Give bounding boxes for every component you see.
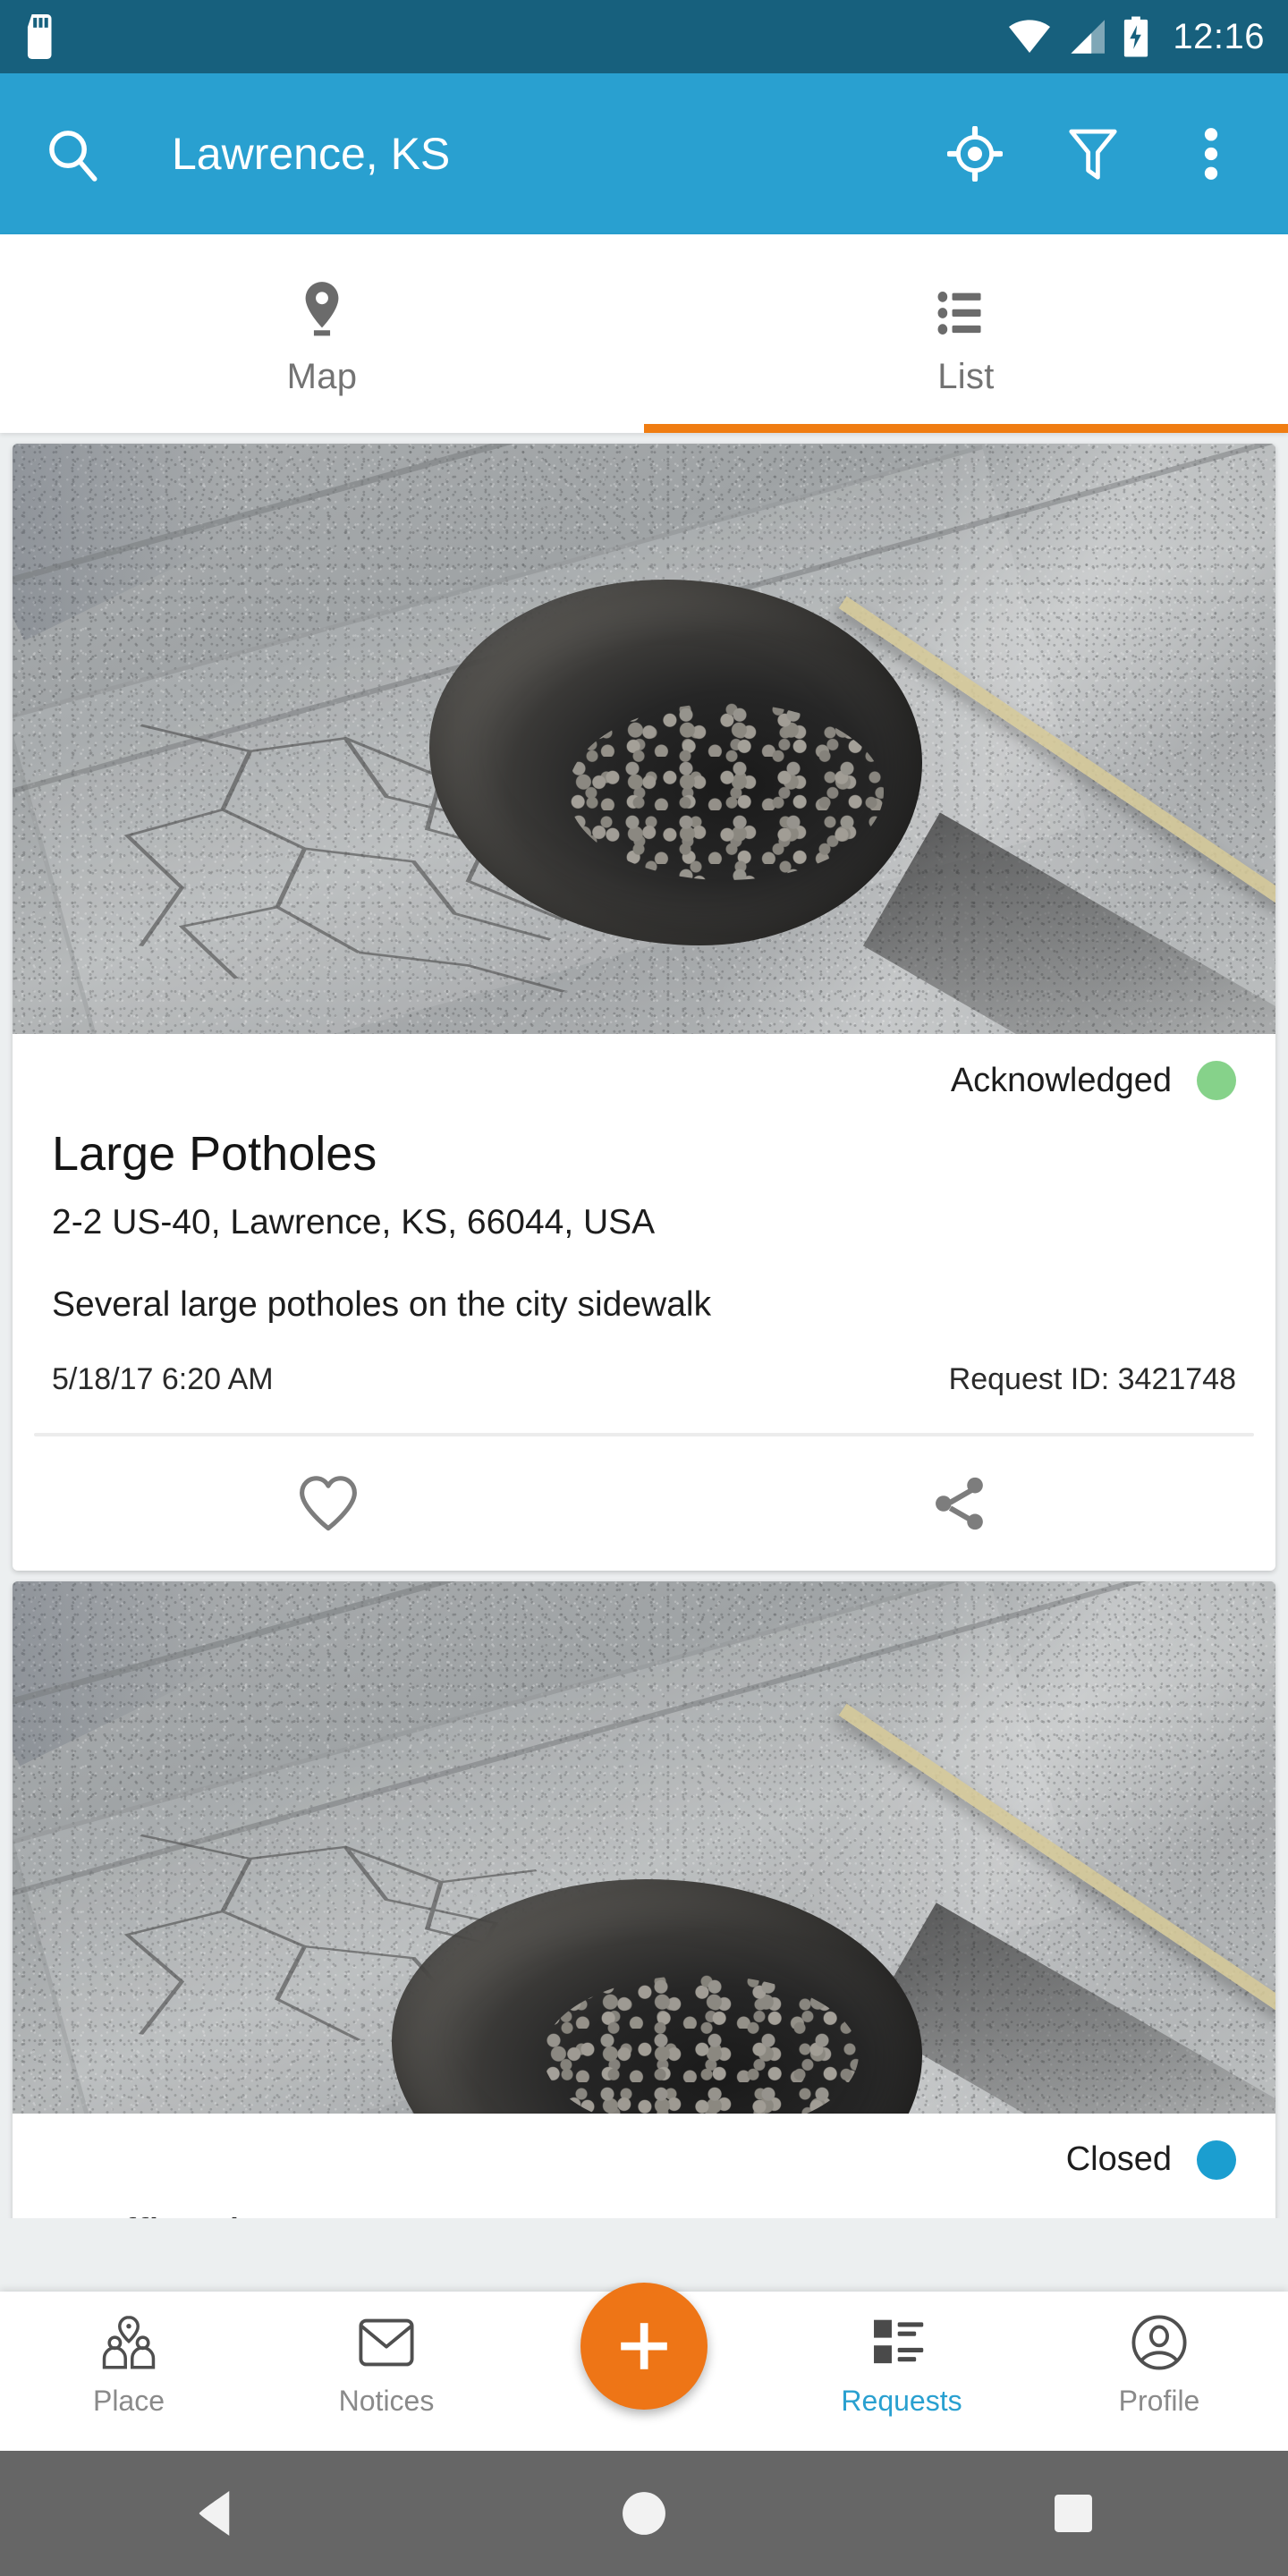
request-description: Several large potholes on the city sidew… [52,1284,712,1324]
request-timestamp: 5/18/17 6:20 AM [52,1361,274,1396]
request-address: 2-2 US-40, Lawrence, KS, 66044, USA [52,1202,656,1241]
pothole-rubble [568,703,885,881]
account-circle-icon [1130,2313,1189,2372]
nav-item-requests[interactable]: Requests [773,2292,1030,2418]
request-card[interactable]: Acknowledged Large Potholes 2-2 US-40, L… [13,444,1275,1571]
card-actions [13,1436,1275,1571]
view-tabs: Map List [0,234,1288,433]
map-pin-icon [297,280,347,337]
request-card-body: Closed [13,2114,1275,2207]
android-navigation-bar [0,2451,1288,2576]
nav-label-profile: Profile [1118,2385,1200,2417]
triangle-left-icon [191,2488,238,2538]
nav-item-notices[interactable]: Notices [258,2292,515,2418]
tab-list[interactable]: List [644,234,1288,433]
envelope-icon [357,2313,416,2372]
favorite-icon [296,1474,360,1533]
status-badge [1197,2140,1236,2180]
request-feed[interactable]: Acknowledged Large Potholes 2-2 US-40, L… [0,433,1288,2218]
request-id: Request ID: 3421748 [948,1361,1236,1396]
status-badge [1197,1061,1236,1100]
cell-signal-icon [1067,19,1106,55]
back-button[interactable] [0,2488,429,2538]
status-label: Acknowledged [950,1061,1172,1099]
list-icon [937,280,995,337]
nav-label-place: Place [92,2385,165,2417]
app-bar: Lawrence, KS [0,73,1288,234]
request-title: Traffic Sign Issue [13,2208,1275,2218]
status-bar-clock: 12:16 [1173,16,1265,56]
request-photo[interactable] [13,444,1275,1034]
request-photo[interactable] [13,1580,1275,2114]
status-label: Closed [1065,2140,1172,2179]
nav-label-notices: Notices [338,2385,435,2417]
nav-label-requests: Requests [841,2385,962,2417]
status-row: Acknowledged [52,1034,1236,1127]
search-icon[interactable] [43,124,102,183]
favorite-button[interactable] [13,1436,644,1571]
nav-item-profile[interactable]: Profile [1030,2292,1288,2418]
tab-active-indicator [644,424,1288,433]
tab-map-label: Map [286,356,358,396]
home-button[interactable] [429,2490,859,2537]
tab-map[interactable]: Map [0,234,644,433]
battery-charging-icon [1123,16,1149,57]
status-bar: 12:16 [0,0,1288,73]
request-title: Large Potholes [52,1127,377,1181]
my-location-icon[interactable] [939,118,1011,190]
app-bar-title: Lawrence, KS [172,129,451,179]
wifi-icon [1008,19,1051,55]
place-people-icon [97,2313,160,2372]
recents-button[interactable] [859,2493,1288,2534]
circle-icon [621,2490,667,2537]
add-icon [621,2323,667,2369]
status-bar-right: 12:16 [1008,16,1265,57]
request-card[interactable]: Closed Traffic Sign Issue [13,1580,1275,2218]
request-card-body: Acknowledged Large Potholes 2-2 US-40, L… [13,1034,1275,1397]
app-bar-actions [939,118,1247,190]
request-list-icon [870,2313,933,2372]
nav-item-place[interactable]: Place [0,2292,258,2418]
app-root: 12:16 Lawrence, KS Map List Acknowledged… [0,0,1288,2576]
request-meta: 5/18/17 6:20 AM Request ID: 3421748 [52,1362,1236,1397]
filter-icon[interactable] [1057,118,1129,190]
add-request-fab[interactable] [580,2283,708,2410]
square-icon [1053,2493,1094,2534]
status-row: Closed [52,2114,1236,2207]
tab-list-label: List [937,356,995,396]
share-icon [928,1474,992,1533]
status-bar-left [23,14,57,59]
share-button[interactable] [644,1436,1275,1571]
sd-card-icon [23,14,57,59]
overflow-menu-icon[interactable] [1175,118,1247,190]
